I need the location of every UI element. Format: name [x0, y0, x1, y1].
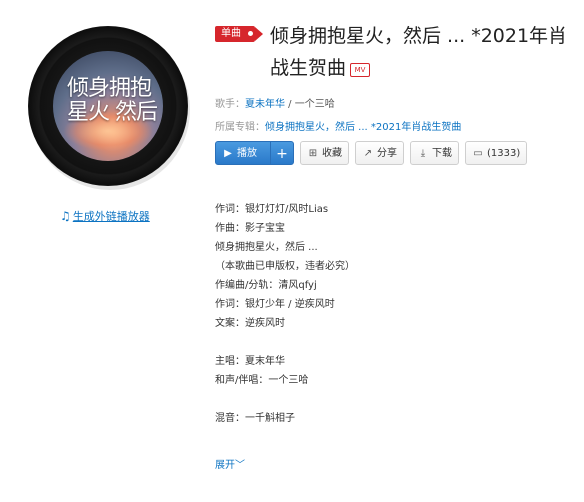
share-label: 分享: [377, 148, 397, 159]
mv-icon[interactable]: MV: [350, 63, 371, 77]
share-button[interactable]: ↗ 分享: [355, 141, 404, 165]
lyric-line: 倾身拥抱星火，然后 ...: [215, 242, 318, 253]
external-player-label: 生成外链播放器: [72, 210, 150, 223]
external-player-link[interactable]: ♫ 生成外链播放器: [60, 208, 150, 224]
share-icon: ↗: [363, 148, 373, 159]
lyric-line: 主唱：夏末年华: [215, 356, 285, 367]
expand-label: 展开: [215, 460, 235, 471]
collect-button[interactable]: ⊞ 收藏: [300, 141, 349, 165]
album-label: 所属专辑：: [215, 122, 265, 133]
expand-lyrics-link[interactable]: 展开﹀: [215, 456, 245, 471]
comment-icon: ▭: [473, 148, 483, 159]
comment-button[interactable]: ▭ (1333): [465, 141, 528, 165]
lyric-line: 作词：银灯灯灯/风时Lias: [215, 204, 329, 215]
singer-line: 歌手：夏未年华 / 一个三哈: [215, 95, 335, 110]
album-disc: 倾身拥抱星火 然后: [28, 26, 190, 190]
add-to-playlist-button[interactable]: +: [270, 141, 294, 165]
lyric-line: [215, 390, 355, 409]
song-title: 倾身拥抱星火，然后 ... *2021年肖战生贺曲 MV: [270, 20, 570, 84]
lyric-line: 作编曲/分轨：清风qfyj: [215, 280, 317, 291]
lyric-line: 作曲：影子宝宝: [215, 223, 285, 234]
vinyl-disc: 倾身拥抱星火 然后: [28, 26, 188, 186]
download-icon: ⤓: [420, 148, 426, 159]
lyric-line: 文案：逆疾风时: [215, 318, 285, 329]
singer-link-2[interactable]: 一个三哈: [295, 99, 335, 110]
album-line: 所属专辑：倾身拥抱星火，然后 ... *2021年肖战生贺曲: [215, 118, 461, 133]
comment-count: (1333): [487, 148, 521, 159]
lyric-line: 和声/伴唱：一个三哈: [215, 375, 309, 386]
download-button[interactable]: ⤓ 下载: [410, 141, 459, 165]
singer-label: 歌手：: [215, 99, 245, 110]
album-cover[interactable]: 倾身拥抱星火 然后: [53, 51, 163, 161]
badge-dot-icon: [248, 31, 253, 36]
chevron-down-icon: ﹀: [235, 460, 245, 471]
play-circle-icon: ▶: [224, 148, 232, 159]
folder-plus-icon: ⊞: [308, 148, 318, 159]
collect-label: 收藏: [322, 148, 342, 159]
lyric-line: 作词：银灯少年 / 逆疾风时: [215, 299, 335, 310]
single-badge: 单曲: [215, 26, 263, 42]
play-button[interactable]: ▶ 播放: [215, 141, 271, 165]
lyric-line: 混音：一千斛相子: [215, 413, 295, 424]
cover-title: 倾身拥抱星火 然后: [67, 76, 158, 125]
download-label: 下载: [432, 148, 452, 159]
lyric-line: [215, 333, 355, 352]
song-title-text: 倾身拥抱星火，然后 ... *2021年肖战生贺曲: [270, 25, 568, 79]
badge-label: 单曲: [221, 28, 241, 39]
singer-link-1[interactable]: 夏未年华: [245, 99, 285, 110]
album-link[interactable]: 倾身拥抱星火，然后 ... *2021年肖战生贺曲: [265, 122, 461, 133]
play-label: 播放: [237, 148, 257, 159]
lyric-line: （本歌曲已申版权，违者必究）: [215, 261, 355, 272]
lyrics-block: 作词：银灯灯灯/风时Lias 作曲：影子宝宝 倾身拥抱星火，然后 ... （本歌…: [215, 200, 355, 428]
music-note-icon: ♫: [60, 209, 71, 223]
singer-separator: /: [285, 99, 295, 110]
